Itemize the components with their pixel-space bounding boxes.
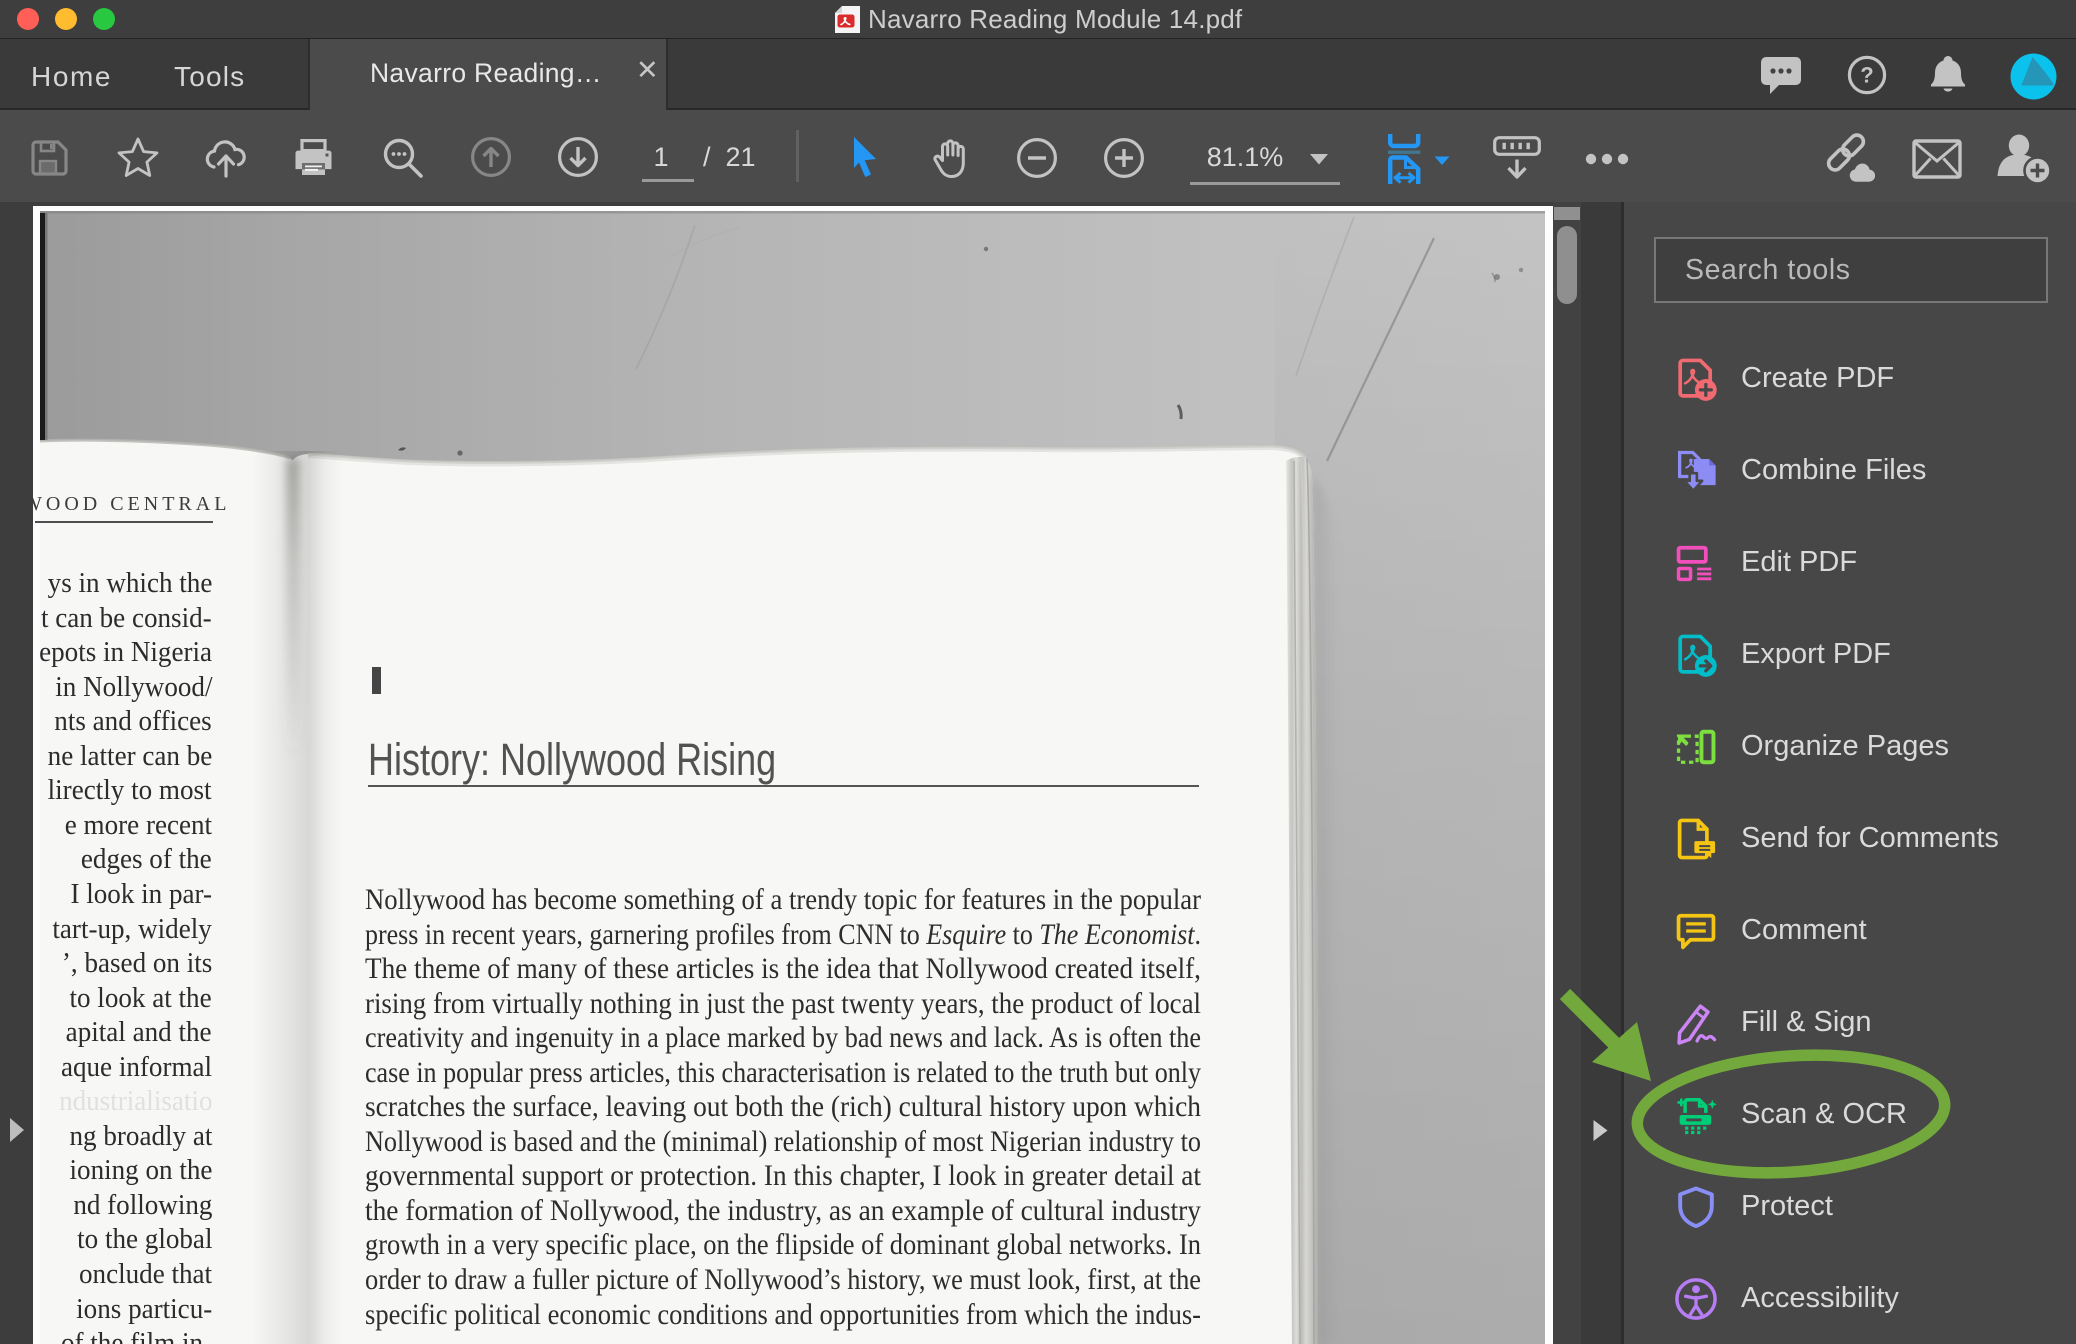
svg-text:?: ? [1860, 63, 1873, 88]
